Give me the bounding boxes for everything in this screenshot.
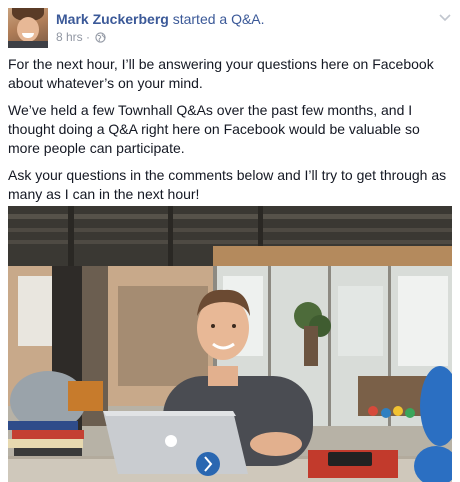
post-timestamp[interactable]: 8 hrs xyxy=(56,30,83,44)
meta-separator: · xyxy=(86,30,91,44)
chevron-down-icon[interactable] xyxy=(438,10,452,24)
author-avatar[interactable] xyxy=(8,8,48,48)
post-paragraph: We’ve held a few Townhall Q&As over the … xyxy=(8,102,420,156)
post-paragraph: For the next hour, I’ll be answering you… xyxy=(8,56,434,91)
post-photo[interactable] xyxy=(8,206,452,482)
avatar-shirt xyxy=(8,41,48,48)
avatar-face xyxy=(17,17,39,42)
feed-post: Mark Zuckerberg started a Q&A. 8 hrs · F… xyxy=(0,0,460,482)
post-action-text: started a Q&A. xyxy=(172,11,265,27)
author-name-link[interactable]: Mark Zuckerberg xyxy=(56,11,169,27)
post-header: Mark Zuckerberg started a Q&A. 8 hrs · xyxy=(8,8,452,48)
author-line: Mark Zuckerberg started a Q&A. xyxy=(56,10,265,28)
post-meta: 8 hrs · xyxy=(56,29,107,47)
globe-icon[interactable] xyxy=(95,31,107,47)
post-body: For the next hour, I’ll be answering you… xyxy=(8,55,454,212)
post-paragraph: Ask your questions in the comments below… xyxy=(8,167,447,202)
